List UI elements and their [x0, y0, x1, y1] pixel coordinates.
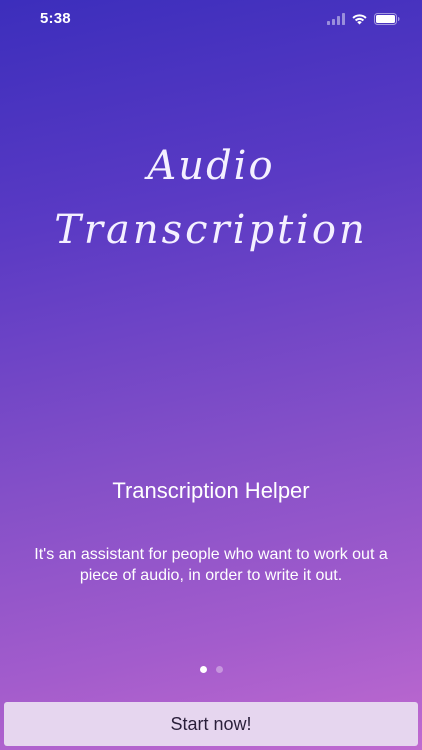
- page-indicator[interactable]: [0, 666, 422, 673]
- app-title: Audio Transcription: [0, 140, 422, 256]
- status-time: 5:38: [40, 10, 71, 27]
- status-bar: 5:38: [0, 0, 422, 40]
- cellular-signal-icon: [327, 13, 345, 25]
- wifi-icon: [351, 13, 368, 25]
- onboarding-screen: 5:38 Audio Transcription Transcription H…: [0, 0, 422, 750]
- page-headline: Transcription Helper: [112, 478, 310, 503]
- status-icons: [327, 12, 400, 26]
- page-dot[interactable]: [199, 666, 207, 673]
- app-title-line2: Transcription: [54, 207, 368, 253]
- page-description: It's an assistant for people who want to…: [34, 546, 388, 584]
- page-dot[interactable]: [215, 666, 223, 673]
- start-now-button[interactable]: Start now!: [4, 702, 418, 746]
- battery-icon: [374, 13, 400, 25]
- app-title-line1: Audio: [147, 143, 275, 189]
